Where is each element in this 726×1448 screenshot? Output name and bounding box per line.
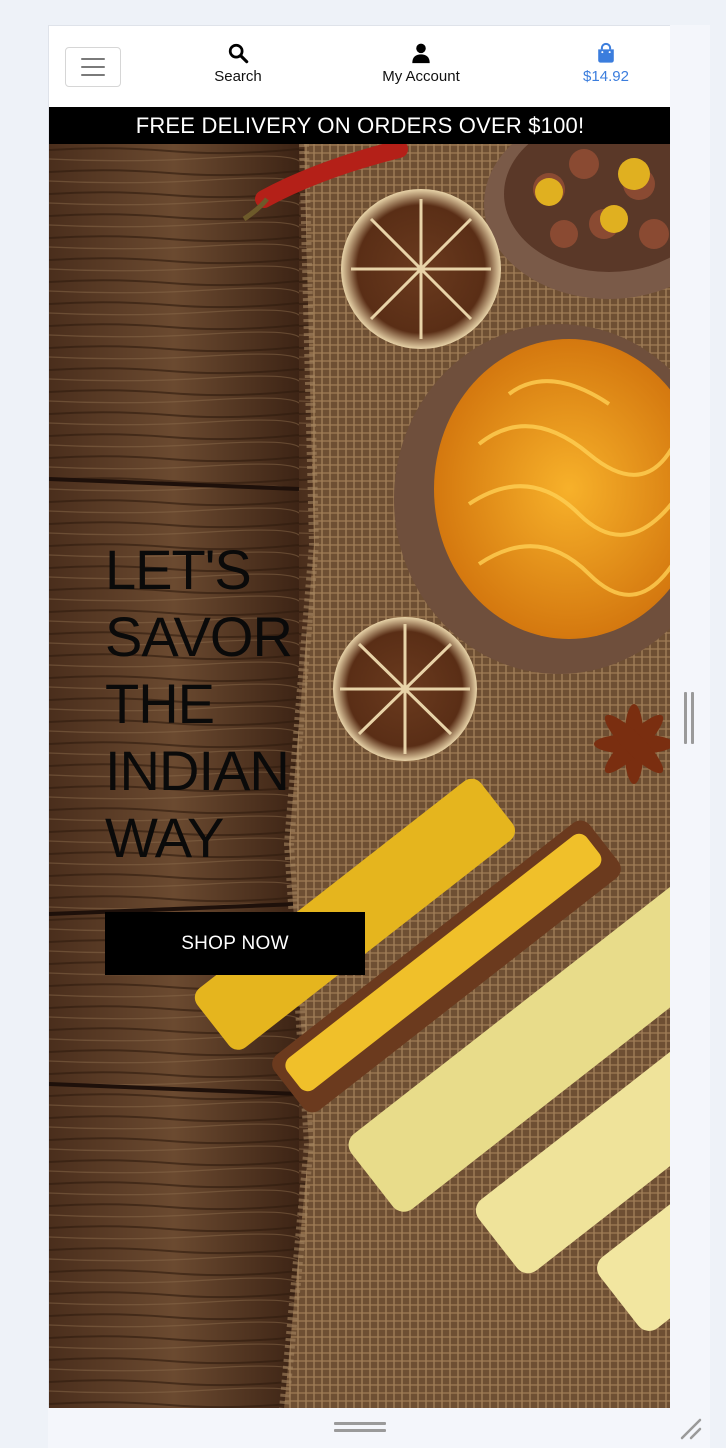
hero-headline-line: SAVOR — [105, 605, 293, 668]
cart-link[interactable]: $14.92 — [546, 42, 666, 92]
cart-total: $14.92 — [583, 68, 629, 85]
my-account-link[interactable]: My Account — [361, 42, 481, 92]
hero-section: LET'S SAVOR THE INDIAN WAY SHOP NOW — [49, 144, 670, 1408]
search-link[interactable]: Search — [178, 42, 298, 92]
my-account-label: My Account — [382, 68, 460, 85]
search-label: Search — [214, 68, 262, 85]
hamburger-icon — [81, 58, 105, 60]
hero-headline-line: LET'S — [105, 538, 252, 601]
shop-now-button[interactable]: SHOP NOW — [105, 912, 365, 975]
hero-headline-line: THE — [105, 672, 215, 735]
resize-handle-right[interactable] — [684, 692, 696, 744]
resize-handle-bottom[interactable] — [334, 1422, 386, 1432]
free-delivery-banner: FREE DELIVERY ON ORDERS OVER $100! — [49, 107, 670, 144]
hero-headline-line: WAY — [105, 806, 224, 869]
hero-headline: LET'S SAVOR THE INDIAN WAY — [105, 536, 365, 871]
hero-headline-line: INDIAN — [105, 739, 290, 802]
search-icon — [228, 43, 249, 64]
shopping-bag-icon — [598, 42, 614, 63]
mobile-viewport: Search My Account $14.92 FREE DELIVERY O… — [48, 25, 670, 1408]
user-icon — [412, 43, 430, 64]
menu-toggle-button[interactable] — [65, 47, 121, 87]
resize-corner-icon[interactable] — [678, 1416, 704, 1442]
site-header: Search My Account $14.92 — [49, 26, 670, 107]
